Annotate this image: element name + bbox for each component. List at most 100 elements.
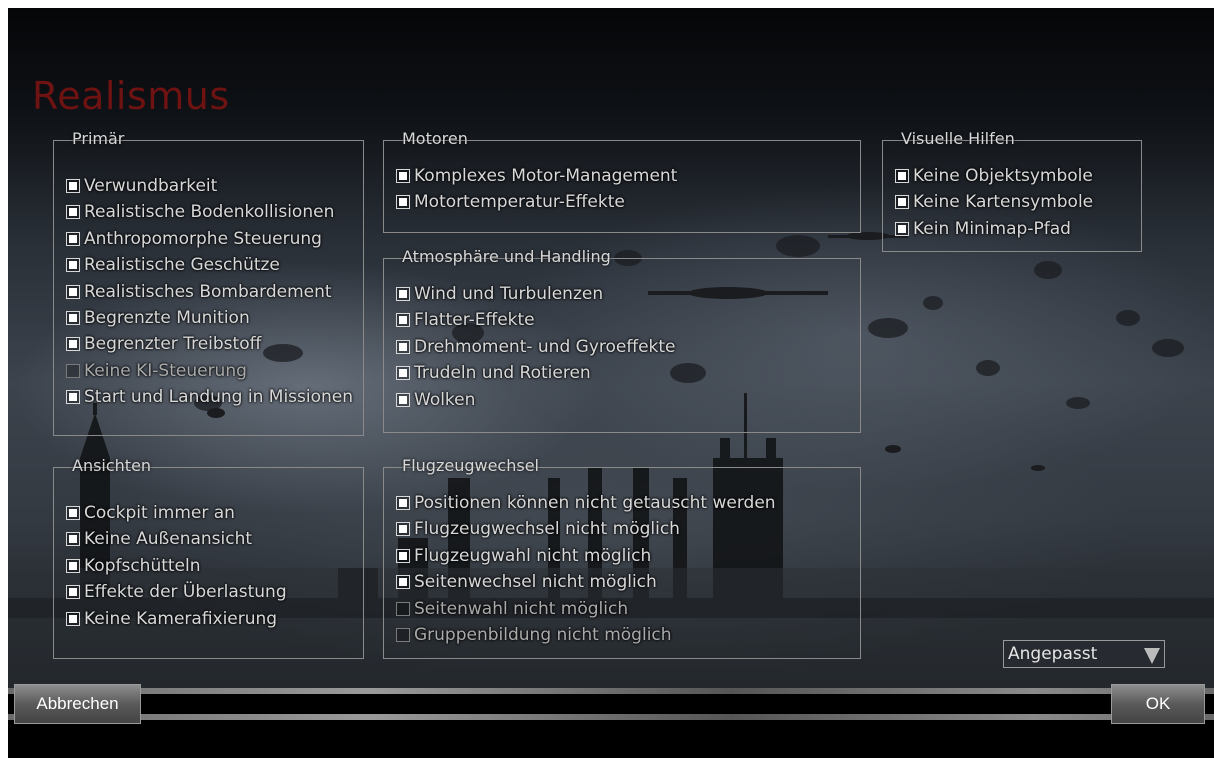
option-row[interactable]: Cockpit immer an xyxy=(66,502,235,524)
checkbox-checked[interactable] xyxy=(396,287,410,301)
checkbox-checked[interactable] xyxy=(66,390,80,405)
option-row[interactable]: Komplexes Motor-Management xyxy=(396,165,677,187)
checkbox-checked[interactable] xyxy=(396,313,410,328)
option-label: Flatter-Effekte xyxy=(414,310,535,331)
option-row[interactable]: Verwundbarkeit xyxy=(66,175,217,197)
checkbox-checked[interactable] xyxy=(396,392,410,407)
rail-top xyxy=(8,688,1214,694)
checkbox-checked[interactable] xyxy=(895,195,909,210)
option-row[interactable]: Drehmoment- und Gyroeffekte xyxy=(396,336,676,358)
option-row[interactable]: Keine Kartensymbole xyxy=(895,191,1093,213)
option-row[interactable]: Trudeln und Rotieren xyxy=(396,362,591,384)
option-row[interactable]: Realistische Bodenkollisionen xyxy=(66,201,334,223)
checkbox-unchecked[interactable] xyxy=(396,628,410,642)
option-label: Begrenzter Treibstoff xyxy=(84,334,262,355)
checkbox-checked[interactable] xyxy=(66,532,80,547)
option-label: Positionen können nicht getauscht werden xyxy=(414,493,776,513)
option-row[interactable]: Realistisches Bombardement xyxy=(66,281,332,303)
checkbox-checked[interactable] xyxy=(396,366,410,381)
checkbox-checked[interactable] xyxy=(66,311,80,325)
option-label: Seitenwahl nicht möglich xyxy=(414,598,629,619)
option-label: Wolken xyxy=(414,389,476,410)
checkbox-checked[interactable] xyxy=(66,337,80,352)
group-title-visuelle-hilfen: Visuelle Hilfen xyxy=(901,129,1015,148)
option-row[interactable]: Keine Außenansicht xyxy=(66,528,252,550)
checkbox-checked[interactable] xyxy=(895,169,909,183)
checkbox-unchecked[interactable] xyxy=(66,363,80,378)
checkbox-checked[interactable] xyxy=(396,339,410,354)
option-row[interactable]: Wind und Turbulenzen xyxy=(396,283,603,305)
group-flugzeugwechsel: Flugzeugwechsel Positionen können nicht … xyxy=(383,456,861,659)
option-label: Keine Außenansicht xyxy=(84,529,253,550)
group-atmosphaere: Atmosphäre und Handling Wind und Turbule… xyxy=(383,247,861,433)
option-label: Seitenwechsel nicht möglich xyxy=(414,572,657,593)
checkbox-checked[interactable] xyxy=(66,179,80,193)
option-row[interactable]: Flugzeugwechsel nicht möglich xyxy=(396,518,680,540)
option-row[interactable]: Start und Landung in Missionen xyxy=(66,386,353,408)
preset-dropdown-value: Angepasst xyxy=(1008,644,1098,664)
option-row[interactable]: Realistische Geschütze xyxy=(66,254,280,276)
checkbox-checked[interactable] xyxy=(396,496,410,510)
checkbox-unchecked[interactable] xyxy=(396,601,410,616)
checkbox-checked[interactable] xyxy=(396,195,410,210)
option-label: Keine Objektsymbole xyxy=(913,166,1093,186)
checkbox-checked[interactable] xyxy=(66,205,80,220)
rail-bottom xyxy=(8,714,1214,720)
checkbox-checked[interactable] xyxy=(396,169,410,183)
option-row[interactable]: Motortemperatur-Effekte xyxy=(396,191,625,213)
checkbox-checked[interactable] xyxy=(895,221,909,236)
option-row[interactable]: Kopfschütteln xyxy=(66,555,201,577)
ok-button[interactable]: OK xyxy=(1111,684,1205,724)
option-row[interactable]: Gruppenbildung nicht möglich xyxy=(396,624,672,646)
checkbox-checked[interactable] xyxy=(66,231,80,246)
option-label: Verwundbarkeit xyxy=(84,176,218,196)
group-title-primaer: Primär xyxy=(72,129,125,148)
option-row[interactable]: Begrenzter Treibstoff xyxy=(66,333,261,355)
option-row[interactable]: Seitenwahl nicht möglich xyxy=(396,598,628,620)
option-row[interactable]: Kein Minimap-Pfad xyxy=(895,218,1071,240)
option-row[interactable]: Keine KI-Steuerung xyxy=(66,360,247,382)
bottom-bar xyxy=(8,686,1214,722)
checkbox-checked[interactable] xyxy=(396,548,410,563)
option-label: Begrenzte Munition xyxy=(84,308,250,328)
option-label: Keine Kartensymbole xyxy=(913,192,1094,213)
option-label: Gruppenbildung nicht möglich xyxy=(414,625,672,645)
checkbox-checked[interactable] xyxy=(66,258,80,273)
option-row[interactable]: Anthropomorphe Steuerung xyxy=(66,228,322,250)
group-primaer: Primär Verwundbarkeit Realistische Bodenk… xyxy=(53,129,364,436)
checkbox-checked[interactable] xyxy=(66,284,80,299)
cancel-button[interactable]: Abbrechen xyxy=(14,684,141,724)
option-label: Realistische Geschütze xyxy=(84,255,280,276)
option-label: Keine Kamerafixierung xyxy=(84,608,278,629)
option-row[interactable]: Keine Kamerafixierung xyxy=(66,608,277,630)
option-label: Komplexes Motor-Management xyxy=(414,166,678,186)
option-row[interactable]: Flatter-Effekte xyxy=(396,309,535,331)
group-motoren: Motoren Komplexes Motor-Management Motort… xyxy=(383,129,861,233)
option-label: Keine KI-Steuerung xyxy=(84,360,247,381)
option-label: Kopfschütteln xyxy=(84,555,201,576)
option-row[interactable]: Keine Objektsymbole xyxy=(895,165,1093,187)
checkbox-checked[interactable] xyxy=(66,585,80,600)
checkbox-checked[interactable] xyxy=(66,611,80,626)
option-row[interactable]: Begrenzte Munition xyxy=(66,307,250,329)
option-label: Drehmoment- und Gyroeffekte xyxy=(414,336,676,357)
checkbox-checked[interactable] xyxy=(396,575,410,590)
checkbox-checked[interactable] xyxy=(66,558,80,573)
group-title-motoren: Motoren xyxy=(402,129,468,148)
option-label: Start und Landung in Missionen xyxy=(84,387,354,408)
option-label: Flugzeugwahl nicht möglich xyxy=(414,545,652,566)
option-row[interactable]: Positionen können nicht getauscht werden xyxy=(396,492,776,514)
option-label: Trudeln und Rotieren xyxy=(414,363,591,384)
option-row[interactable]: Effekte der Überlastung xyxy=(66,581,287,603)
option-row[interactable]: Wolken xyxy=(396,389,475,411)
group-ansichten: Ansichten Cockpit immer an Keine Außenans… xyxy=(53,456,364,659)
chevron-down-icon xyxy=(1144,648,1160,664)
option-row[interactable]: Seitenwechsel nicht möglich xyxy=(396,571,657,593)
checkbox-checked[interactable] xyxy=(396,522,410,537)
game-window: Realismus Primär Verwundbarkeit Realistis… xyxy=(8,8,1214,758)
group-title-flugzeugwechsel: Flugzeugwechsel xyxy=(402,456,539,475)
option-label: Motortemperatur-Effekte xyxy=(414,192,625,213)
option-row[interactable]: Flugzeugwahl nicht möglich xyxy=(396,545,651,567)
preset-dropdown[interactable]: Angepasst xyxy=(1003,640,1165,668)
checkbox-checked[interactable] xyxy=(66,506,80,520)
